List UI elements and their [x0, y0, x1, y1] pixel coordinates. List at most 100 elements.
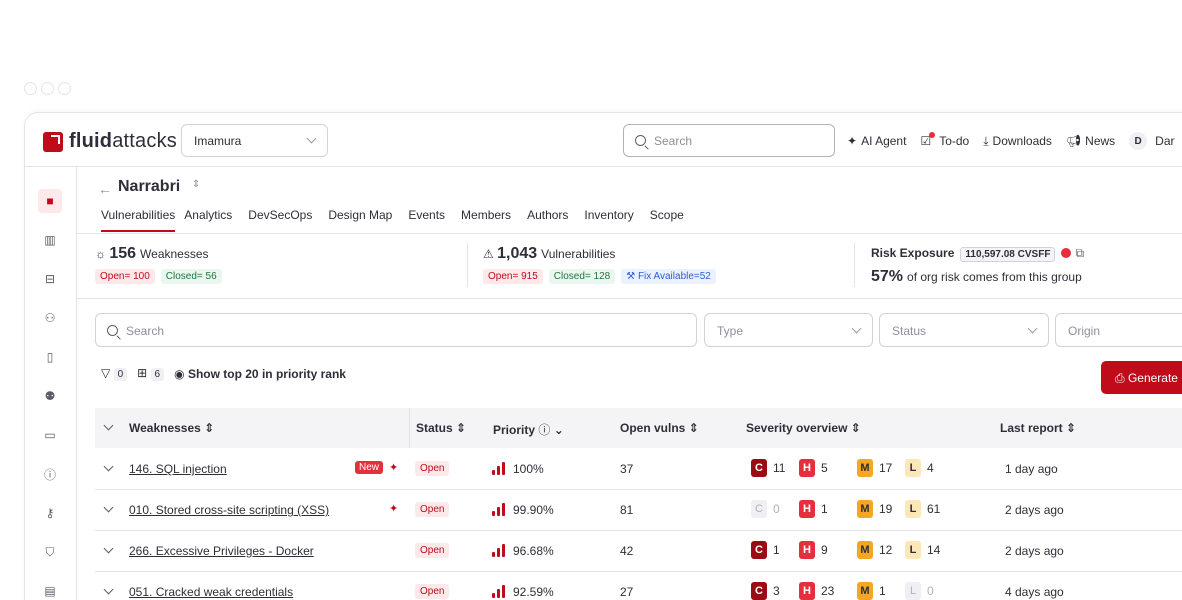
new-badge: New	[355, 461, 384, 474]
high-count: 9	[821, 543, 828, 557]
table-row[interactable]: 266. Excessive Privileges - Docker Open …	[95, 531, 1182, 572]
priority-bars-icon	[492, 503, 506, 516]
ai-sparkle-icon[interactable]: ✦	[389, 502, 398, 515]
column-header-status[interactable]: Status ⇕	[416, 421, 466, 435]
critical-count: 3	[773, 584, 780, 598]
show-top-label: Show top 20 in priority rank	[187, 366, 346, 381]
priority-value: 99.90%	[513, 503, 554, 517]
table-row[interactable]: 051. Cracked weak credentials Open 92.59…	[95, 572, 1182, 600]
sidebar-user-add-icon[interactable]: ⚇	[38, 306, 62, 330]
window-dot[interactable]	[58, 82, 71, 95]
sidebar-document-icon[interactable]: ▯	[38, 345, 62, 369]
weakness-link[interactable]: 010. Stored cross-site scripting (XSS)	[129, 503, 329, 517]
high-badge: H	[799, 500, 815, 518]
news-button[interactable]: 📢︎ News	[1066, 132, 1115, 150]
sort-icon: ⇕	[850, 421, 861, 435]
sidebar-file-icon[interactable]: ▤	[38, 579, 62, 600]
expand-row-icon[interactable]	[103, 502, 114, 513]
fix-available-badge[interactable]: ⚒ Fix Available=52	[621, 269, 716, 284]
medium-count: 19	[879, 502, 893, 516]
back-arrow-icon[interactable]: ←	[98, 181, 112, 197]
show-top-toggle[interactable]: ◉ Show top 20 in priority rank	[174, 367, 346, 381]
tab-authors[interactable]: Authors	[527, 208, 576, 232]
downloads-button[interactable]: ⤓ Downloads	[983, 132, 1052, 150]
weakness-link[interactable]: 051. Cracked weak credentials	[129, 585, 293, 599]
top-nav: ✦ AI Agent ☑ To-do ⤓ Downloads 📢︎ News D Dar	[847, 132, 1175, 150]
tab-analytics[interactable]: Analytics	[184, 208, 240, 232]
column-header-severity[interactable]: Severity overview ⇕	[746, 421, 861, 435]
avatar: D	[1129, 132, 1148, 150]
window-controls	[24, 82, 71, 95]
open-vulns-value: 81	[620, 503, 634, 517]
sidebar-card-icon[interactable]: ▭	[38, 423, 62, 447]
last-report-value: 4 days ago	[1005, 585, 1064, 599]
critical-count: 0	[773, 502, 780, 516]
low-count: 14	[927, 543, 941, 557]
column-header-priority[interactable]: Priority ⓘ ⌄	[493, 421, 564, 438]
todo-button[interactable]: ☑ To-do	[920, 132, 969, 150]
sidebar-user-edit-icon[interactable]: ⚉	[38, 384, 62, 408]
expand-row-icon[interactable]	[103, 543, 114, 554]
table-row[interactable]: 146. SQL injection New ✦ Open 100% 37 C1…	[95, 449, 1182, 490]
tab-vulnerabilities[interactable]: Vulnerabilities	[101, 208, 176, 232]
tab-members[interactable]: Members	[461, 208, 519, 232]
external-link-icon[interactable]: ⧉	[1075, 246, 1084, 260]
risk-exposure-title: Risk Exposure	[871, 246, 955, 260]
weakness-link[interactable]: 266. Excessive Privileges - Docker	[129, 544, 314, 558]
top-bar: fluidattacks Imamura Search ✦ AI Agent ☑ T…	[25, 113, 1182, 167]
sidebar-analytics-icon[interactable]: ▥	[38, 228, 62, 252]
tab-events[interactable]: Events	[408, 208, 453, 232]
user-name: Dar	[1155, 134, 1175, 148]
type-select[interactable]: Type	[704, 313, 873, 347]
project-switch-icon[interactable]: ⇕	[192, 179, 200, 190]
medium-count: 12	[879, 543, 893, 557]
column-header-last-report[interactable]: Last report ⇕	[1000, 421, 1076, 435]
logo[interactable]: fluidattacks	[43, 130, 177, 153]
tab-scope[interactable]: Scope	[650, 208, 692, 232]
weaknesses-summary: ☼ 156 Weaknesses Open= 100 Closed= 56	[95, 245, 222, 284]
generate-report-button[interactable]: ⎙ Generate r	[1101, 361, 1182, 394]
column-header-open-vulns[interactable]: Open vulns ⇕	[620, 421, 699, 435]
sidebar-briefcase-icon[interactable]: ⊟	[38, 267, 62, 291]
ai-agent-label: AI Agent	[861, 134, 907, 148]
cvssf-badge: 110,597.08 CVSFF	[960, 247, 1056, 262]
ai-sparkle-icon[interactable]: ✦	[389, 461, 398, 474]
tab-design-map[interactable]: Design Map	[328, 208, 400, 232]
table-row[interactable]: 010. Stored cross-site scripting (XSS) ✦…	[95, 490, 1182, 531]
origin-select[interactable]: Origin	[1055, 313, 1182, 347]
sidebar: ■ ▥ ⊟ ⚇ ▯ ⚉ ▭ ⓘ ⚷ ⛉ ▤	[25, 167, 77, 600]
expand-row-icon[interactable]	[103, 461, 114, 472]
user-menu[interactable]: D Dar	[1129, 132, 1175, 150]
weakness-search-input[interactable]: Search	[95, 313, 697, 347]
critical-count: 1	[773, 543, 780, 557]
downloads-label: Downloads	[992, 134, 1052, 148]
sidebar-folder-icon[interactable]: ■	[38, 189, 62, 213]
expand-row-icon[interactable]	[103, 584, 114, 595]
status-select[interactable]: Status	[879, 313, 1049, 347]
low-badge: L	[905, 500, 921, 518]
columns-button[interactable]: ⊞ 6	[137, 366, 165, 381]
tab-devsecops[interactable]: DevSecOps	[248, 208, 320, 232]
column-header-weaknesses[interactable]: Weaknesses ⇕	[129, 421, 214, 435]
sidebar-key-icon[interactable]: ⚷	[38, 501, 62, 525]
organization-select[interactable]: Imamura	[181, 124, 328, 157]
filter-button[interactable]: ▽ 0	[101, 366, 128, 381]
low-badge: L	[905, 459, 921, 477]
top-search-input[interactable]: Search	[623, 124, 835, 157]
expand-all-icon[interactable]	[103, 420, 114, 431]
window-dot[interactable]	[24, 82, 37, 95]
window-dot[interactable]	[41, 82, 54, 95]
sidebar-info-icon[interactable]: ⓘ	[38, 462, 62, 486]
medium-count: 17	[879, 461, 893, 475]
tab-inventory[interactable]: Inventory	[584, 208, 641, 232]
divider	[77, 298, 1182, 299]
last-report-value: 1 day ago	[1005, 462, 1058, 476]
weakness-link[interactable]: 146. SQL injection	[129, 462, 227, 476]
vulnerabilities-label: Vulnerabilities	[541, 247, 616, 261]
chevron-down-icon	[306, 133, 317, 144]
column-header-open-vulns-label: Open vulns	[620, 421, 686, 435]
todo-label: To-do	[939, 134, 970, 148]
priority-bars-icon	[492, 544, 506, 557]
ai-agent-button[interactable]: ✦ AI Agent	[847, 132, 906, 150]
sidebar-shield-icon[interactable]: ⛉	[38, 540, 62, 564]
